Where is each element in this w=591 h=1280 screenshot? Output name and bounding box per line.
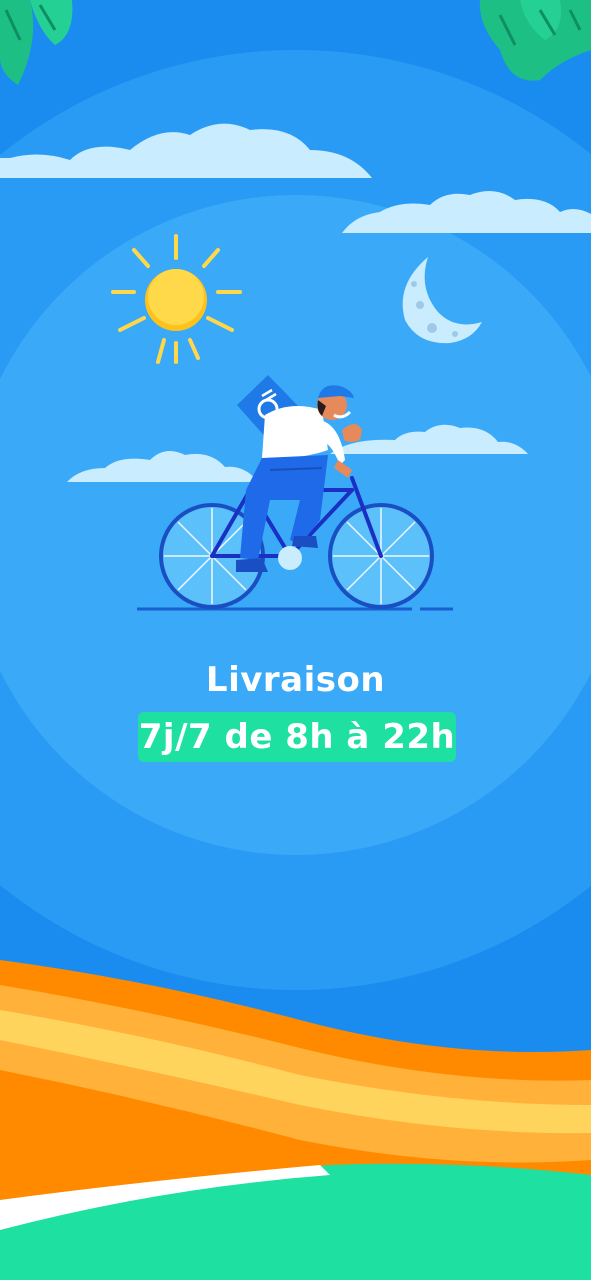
delivery-hours-badge: 7j/7 de 8h à 22h [138, 712, 456, 762]
page-title: Livraison [205, 660, 386, 700]
background-illustration [0, 0, 591, 1280]
onboarding-screen: Livraison 7j/7 de 8h à 22h [0, 0, 591, 1280]
